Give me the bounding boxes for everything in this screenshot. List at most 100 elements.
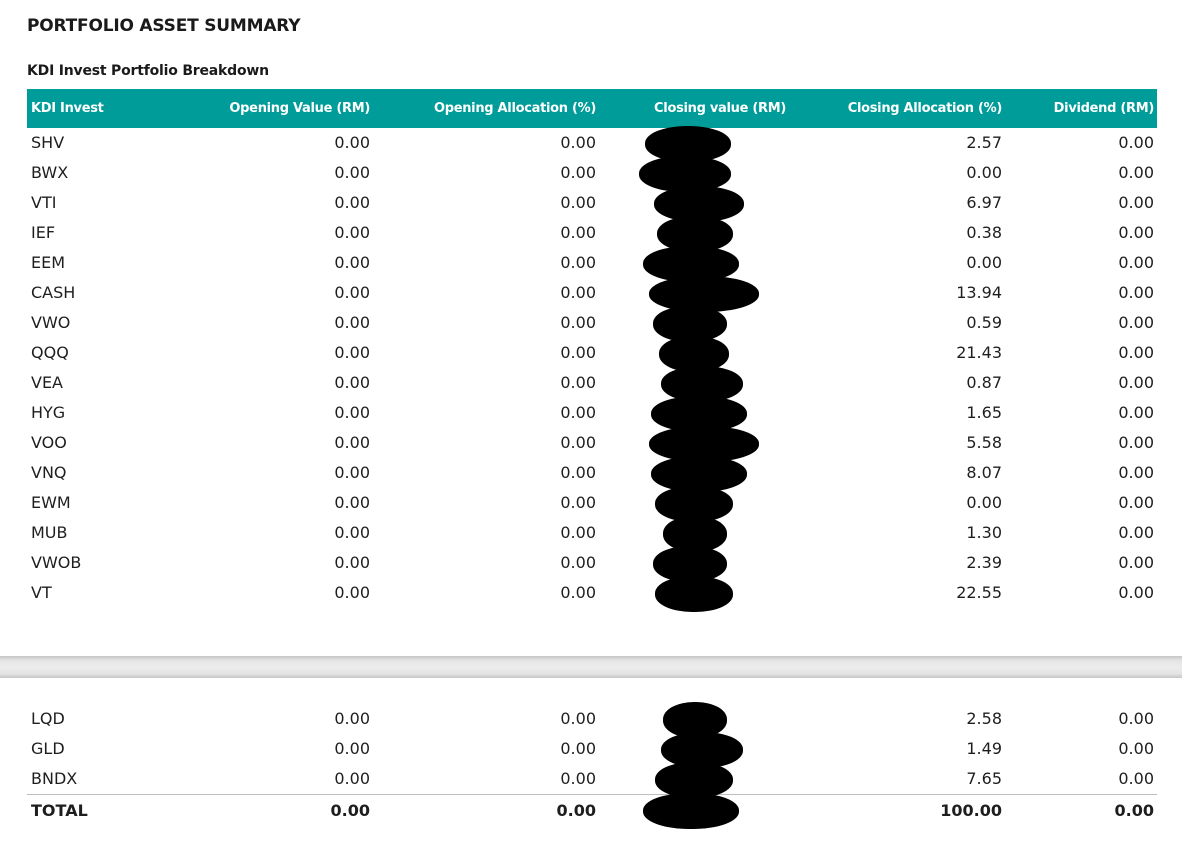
portfolio-table: KDI Invest Opening Value (RM) Opening Al… <box>27 89 1157 612</box>
cell-dividend: 0.00 <box>1118 493 1154 512</box>
header-row: KDI Invest Opening Value (RM) Opening Al… <box>27 89 1157 128</box>
cell-closing-allocation: 1.65 <box>966 403 1002 422</box>
cell-fund-name: MUB <box>31 523 68 542</box>
redaction-mark <box>655 576 733 612</box>
cell-opening-allocation: 0.00 <box>560 133 596 152</box>
cell-closing-allocation: 0.38 <box>966 223 1002 242</box>
cell-dividend: 0.00 <box>1118 163 1154 182</box>
cell-dividend: 0.00 <box>1118 253 1154 272</box>
cell-opening-value: 0.00 <box>334 739 370 758</box>
table-row: BNDX 0.00 0.00 7.65 0.00 <box>27 762 1157 798</box>
col-header-closing-value: Closing value (RM) <box>654 101 786 116</box>
cell-closing-value-redacted <box>599 456 789 492</box>
portfolio-table-continued: LQD 0.00 0.00 2.58 0.00 GLD 0.00 0.00 1.… <box>27 702 1157 829</box>
cell-closing-allocation: 2.57 <box>966 133 1002 152</box>
cell-opening-allocation: 0.00 <box>560 283 596 302</box>
cell-opening-value: 0.00 <box>334 553 370 572</box>
cell-opening-allocation: 0.00 <box>560 769 596 788</box>
cell-opening-value: 0.00 <box>334 253 370 272</box>
cell-opening-allocation: 0.00 <box>560 433 596 452</box>
cell-dividend: 0.00 <box>1118 133 1154 152</box>
table-body-page1: SHV 0.00 0.00 2.57 0.00 BWX 0.00 0.00 0.… <box>27 126 1157 612</box>
cell-dividend: 0.00 <box>1118 463 1154 482</box>
cell-dividend: 0.00 <box>1118 283 1154 302</box>
cell-fund-name: IEF <box>31 223 56 242</box>
cell-fund-name: VEA <box>31 373 63 392</box>
cell-opening-value: 0.00 <box>334 313 370 332</box>
table-row: GLD 0.00 0.00 1.49 0.00 <box>27 732 1157 768</box>
cell-opening-value: 0.00 <box>334 463 370 482</box>
cell-fund-name: BNDX <box>31 769 78 788</box>
table-row: EEM 0.00 0.00 0.00 0.00 <box>27 246 1157 282</box>
cell-opening-value: 0.00 <box>334 223 370 242</box>
cell-dividend: 0.00 <box>1118 583 1154 602</box>
cell-opening-value: 0.00 <box>334 403 370 422</box>
cell-closing-allocation: 8.07 <box>966 463 1002 482</box>
cell-closing-allocation: 0.00 <box>966 163 1002 182</box>
cell-closing-allocation: 6.97 <box>966 193 1002 212</box>
cell-closing-value-redacted <box>599 486 789 522</box>
col-header-fund: KDI Invest <box>31 101 104 116</box>
cell-dividend: 0.00 <box>1118 193 1154 212</box>
cell-dividend: 0.00 <box>1118 223 1154 242</box>
cell-opening-value: 0.00 <box>334 163 370 182</box>
cell-dividend: 0.00 <box>1118 313 1154 332</box>
table-row: VNQ 0.00 0.00 8.07 0.00 <box>27 456 1157 492</box>
cell-fund-name: VNQ <box>31 463 67 482</box>
cell-closing-value-redacted <box>599 246 789 282</box>
table-row: VOO 0.00 0.00 5.58 0.00 <box>27 426 1157 462</box>
col-header-opening-value: Opening Value (RM) <box>229 101 370 116</box>
table-row: HYG 0.00 0.00 1.65 0.00 <box>27 396 1157 432</box>
table-body-page2: LQD 0.00 0.00 2.58 0.00 GLD 0.00 0.00 1.… <box>27 702 1157 829</box>
table-row: VEA 0.00 0.00 0.87 0.00 <box>27 366 1157 402</box>
table-row: VTI 0.00 0.00 6.97 0.00 <box>27 186 1157 222</box>
cell-fund-name: VWO <box>31 313 71 332</box>
cell-opening-allocation: 0.00 <box>560 193 596 212</box>
cell-opening-allocation: 0.00 <box>560 709 596 728</box>
cell-closing-value-redacted <box>599 732 789 768</box>
total-closing-allocation: 100.00 <box>789 794 1005 826</box>
cell-opening-allocation: 0.00 <box>560 163 596 182</box>
cell-closing-allocation: 5.58 <box>966 433 1002 452</box>
cell-dividend: 0.00 <box>1118 433 1154 452</box>
cell-closing-allocation: 1.30 <box>966 523 1002 542</box>
table-row: VWOB 0.00 0.00 2.39 0.00 <box>27 546 1157 582</box>
cell-closing-allocation: 0.59 <box>966 313 1002 332</box>
cell-fund-name: HYG <box>31 403 66 422</box>
cell-closing-allocation: 7.65 <box>966 769 1002 788</box>
cell-dividend: 0.00 <box>1118 553 1154 572</box>
cell-opening-allocation: 0.00 <box>560 463 596 482</box>
cell-fund-name: VWOB <box>31 553 82 572</box>
total-opening-value: 0.00 <box>217 794 373 826</box>
cell-opening-value: 0.00 <box>334 583 370 602</box>
cell-closing-value-redacted <box>599 396 789 432</box>
cell-opening-allocation: 0.00 <box>560 373 596 392</box>
col-header-dividend: Dividend (RM) <box>1053 101 1155 116</box>
cell-closing-value-redacted <box>599 702 789 738</box>
cell-opening-value: 0.00 <box>334 709 370 728</box>
cell-opening-allocation: 0.00 <box>560 583 596 602</box>
cell-closing-value-redacted <box>599 426 789 462</box>
table-row: QQQ 0.00 0.00 21.43 0.00 <box>27 336 1157 372</box>
cell-opening-value: 0.00 <box>334 193 370 212</box>
cell-opening-allocation: 0.00 <box>560 493 596 512</box>
cell-closing-allocation: 2.39 <box>966 553 1002 572</box>
cell-closing-value-redacted <box>599 762 789 798</box>
table-row: VT 0.00 0.00 22.55 0.00 <box>27 576 1157 612</box>
cell-dividend: 0.00 <box>1118 709 1154 728</box>
redaction-mark <box>643 793 739 829</box>
cell-closing-allocation: 21.43 <box>956 343 1002 362</box>
cell-opening-allocation: 0.00 <box>560 523 596 542</box>
cell-fund-name: EEM <box>31 253 66 272</box>
page-title: PORTFOLIO ASSET SUMMARY <box>27 16 301 36</box>
cell-fund-name: VT <box>31 583 52 602</box>
section-title: KDI Invest Portfolio Breakdown <box>27 63 269 79</box>
cell-dividend: 0.00 <box>1118 739 1154 758</box>
cell-fund-name: GLD <box>31 739 65 758</box>
cell-fund-name: EWM <box>31 493 71 512</box>
cell-opening-allocation: 0.00 <box>560 223 596 242</box>
table-row: EWM 0.00 0.00 0.00 0.00 <box>27 486 1157 522</box>
cell-closing-value-redacted <box>599 276 789 312</box>
cell-closing-value-redacted <box>599 126 789 162</box>
cell-opening-allocation: 0.00 <box>560 343 596 362</box>
